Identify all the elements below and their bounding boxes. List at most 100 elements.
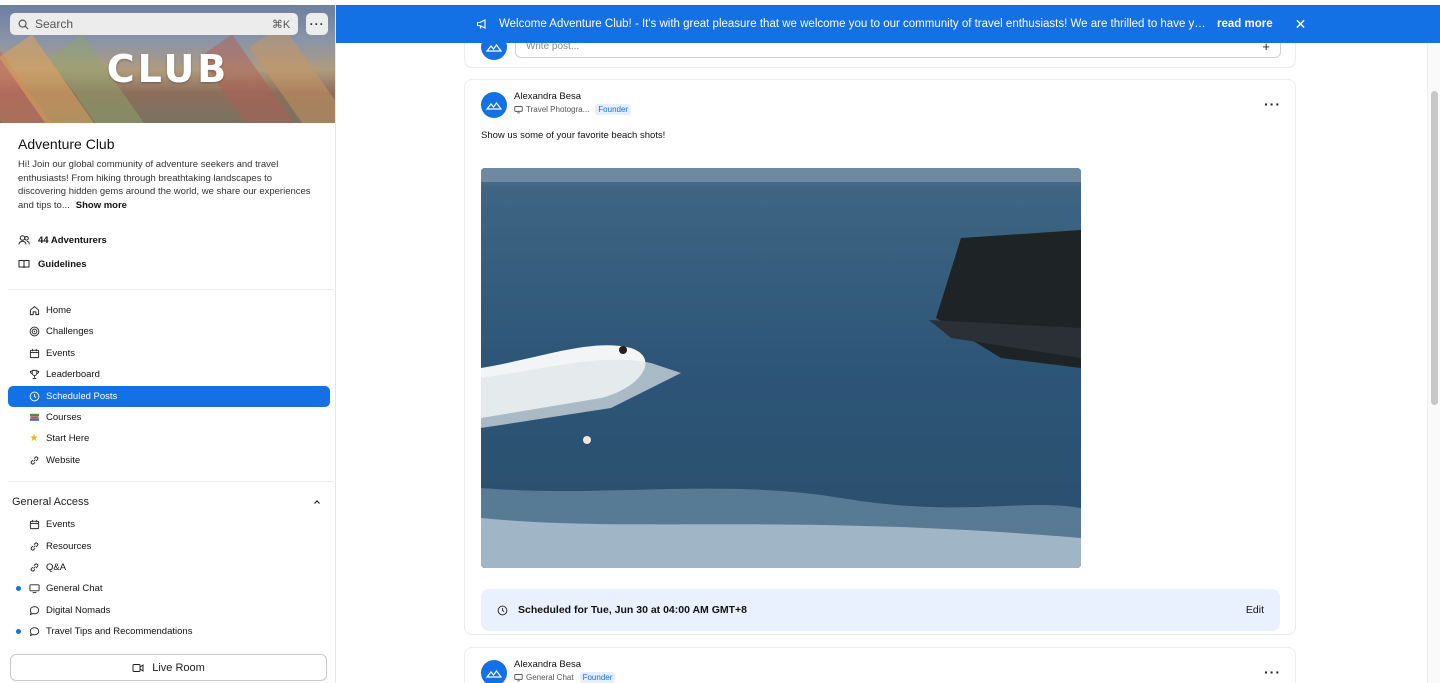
clock-icon bbox=[28, 391, 40, 403]
chevron-up-icon[interactable] bbox=[312, 497, 322, 507]
scheduled-banner: Scheduled for Tue, Jun 30 at 04:00 AM GM… bbox=[481, 589, 1280, 631]
target-icon bbox=[28, 326, 40, 338]
sidebar-item-travel-tips[interactable]: Travel Tips and Recommendations bbox=[8, 621, 330, 642]
announcement-text: Welcome Adventure Club! - It's with grea… bbox=[499, 18, 1207, 30]
post-channel[interactable]: General Chat bbox=[514, 673, 574, 682]
star-icon: ★ bbox=[29, 433, 39, 444]
chat-icon bbox=[28, 605, 40, 617]
channel-name: Travel Photogra... bbox=[526, 105, 590, 114]
sidebar-item-label: Events bbox=[46, 519, 76, 530]
clock-icon bbox=[497, 605, 508, 615]
sidebar-divider bbox=[8, 481, 334, 482]
sidebar-item-leaderboard[interactable]: Leaderboard bbox=[8, 364, 330, 385]
post-composer: Write post... + bbox=[464, 43, 1296, 68]
post-card: Alexandra Besa Travel Photogra... Founde… bbox=[464, 79, 1296, 635]
read-more-link[interactable]: read more bbox=[1217, 18, 1273, 30]
live-room-button[interactable]: Live Room bbox=[10, 654, 327, 681]
sidebar-item-qa[interactable]: Q&A bbox=[8, 557, 330, 578]
sidebar-item-label: Home bbox=[46, 305, 72, 316]
post-menu-button[interactable]: ··· bbox=[1264, 96, 1281, 112]
sidebar-item-home[interactable]: Home bbox=[8, 300, 330, 321]
scheduled-time: Scheduled for Tue, Jun 30 at 04:00 AM GM… bbox=[518, 604, 748, 616]
link-icon bbox=[28, 455, 40, 467]
mountain-logo-icon bbox=[486, 102, 502, 110]
sidebar-item-label: Website bbox=[46, 455, 81, 466]
book-icon bbox=[18, 260, 30, 269]
search-input[interactable]: Search ⌘K bbox=[10, 13, 299, 35]
post-meta: General Chat Founder bbox=[514, 672, 616, 683]
users-icon bbox=[18, 235, 30, 245]
sidebar-item-label: General Chat bbox=[46, 583, 103, 594]
sidebar: CLUB Search ⌘K ··· Adventure Club Hi! Jo… bbox=[0, 5, 336, 683]
trophy-icon bbox=[28, 369, 40, 381]
calendar-icon bbox=[28, 519, 40, 531]
sidebar-item-label: Courses bbox=[46, 412, 82, 423]
post-author[interactable]: Alexandra Besa bbox=[514, 659, 581, 670]
post-meta: Travel Photogra... Founder bbox=[514, 104, 632, 115]
video-camera-icon bbox=[132, 663, 144, 672]
founder-badge: Founder bbox=[595, 104, 632, 115]
avatar[interactable] bbox=[481, 660, 507, 683]
show-more-link[interactable]: Show more bbox=[76, 200, 127, 211]
monitor-icon bbox=[514, 106, 523, 114]
post-author[interactable]: Alexandra Besa bbox=[514, 91, 581, 102]
sidebar-item-courses[interactable]: Courses bbox=[8, 407, 330, 428]
sidebar-item-website[interactable]: Website bbox=[8, 450, 330, 471]
megaphone-icon bbox=[476, 18, 489, 30]
post-card: Alexandra Besa General Chat Founder ··· bbox=[464, 647, 1296, 683]
more-options-button[interactable]: ··· bbox=[306, 13, 328, 35]
sidebar-item-label: Q&A bbox=[46, 562, 67, 573]
ocean-surf-image bbox=[481, 168, 1081, 568]
home-icon bbox=[28, 305, 40, 317]
sidebar-item-label: Travel Tips and Recommendations bbox=[46, 626, 193, 637]
composer-placeholder: Write post... bbox=[526, 43, 580, 52]
guidelines-label: Guidelines bbox=[38, 258, 87, 270]
sidebar-item-start-here[interactable]: ★ Start Here bbox=[8, 428, 330, 449]
link-icon bbox=[28, 541, 40, 553]
founder-badge: Founder bbox=[579, 672, 616, 683]
sidebar-item-resources[interactable]: Resources bbox=[8, 536, 330, 557]
general-access-header[interactable]: General Access bbox=[12, 496, 322, 508]
sidebar-item-events[interactable]: Events bbox=[8, 343, 330, 364]
edit-schedule-button[interactable]: Edit bbox=[1246, 604, 1264, 616]
members-link[interactable]: 44 Adventurers bbox=[18, 234, 107, 246]
feed-scrollbar[interactable] bbox=[1427, 43, 1440, 683]
post-channel[interactable]: Travel Photogra... bbox=[514, 105, 589, 114]
search-icon bbox=[18, 19, 29, 30]
post-body: Show us some of your favorite beach shot… bbox=[481, 130, 666, 141]
sidebar-item-label: Resources bbox=[46, 541, 92, 552]
sidebar-item-label: Events bbox=[46, 348, 76, 359]
sidebar-item-digital-nomads[interactable]: Digital Nomads bbox=[8, 600, 330, 621]
close-icon[interactable]: ✕ bbox=[1295, 16, 1307, 33]
sidebar-item-challenges[interactable]: Challenges bbox=[8, 321, 330, 342]
write-post-input[interactable]: Write post... + bbox=[515, 43, 1281, 58]
sidebar-item-scheduled-posts[interactable]: Scheduled Posts bbox=[8, 386, 330, 407]
post-menu-button[interactable]: ··· bbox=[1264, 664, 1281, 680]
scrollbar-thumb[interactable] bbox=[1431, 91, 1438, 405]
channel-name: General Chat bbox=[526, 673, 574, 682]
feed: Write post... + Alexandra Besa Travel Ph… bbox=[336, 43, 1427, 683]
members-count: 44 Adventurers bbox=[38, 234, 107, 246]
guidelines-link[interactable]: Guidelines bbox=[18, 258, 87, 270]
sidebar-item-label: Digital Nomads bbox=[46, 605, 111, 616]
sidebar-item-general-events[interactable]: Events bbox=[8, 514, 330, 535]
sidebar-item-general-chat[interactable]: General Chat bbox=[8, 578, 330, 599]
monitor-icon bbox=[514, 674, 523, 682]
search-placeholder: Search bbox=[35, 17, 74, 31]
sidebar-item-label: Scheduled Posts bbox=[46, 391, 118, 402]
monitor-icon bbox=[28, 583, 40, 595]
avatar[interactable] bbox=[481, 92, 507, 118]
announcement-bar: Welcome Adventure Club! - It's with grea… bbox=[336, 5, 1440, 43]
plus-icon[interactable]: + bbox=[1262, 43, 1270, 54]
calendar-icon bbox=[28, 348, 40, 360]
sidebar-divider bbox=[8, 289, 334, 290]
mountain-logo-icon bbox=[486, 670, 502, 678]
search-shortcut: ⌘K bbox=[271, 18, 291, 31]
banner-title: CLUB bbox=[106, 47, 230, 91]
community-name: Adventure Club bbox=[18, 136, 115, 152]
section-title: General Access bbox=[12, 496, 90, 508]
sidebar-item-label: Start Here bbox=[46, 433, 90, 444]
books-icon bbox=[28, 412, 40, 424]
sidebar-item-label: Leaderboard bbox=[46, 369, 100, 380]
post-image[interactable] bbox=[481, 168, 1081, 568]
